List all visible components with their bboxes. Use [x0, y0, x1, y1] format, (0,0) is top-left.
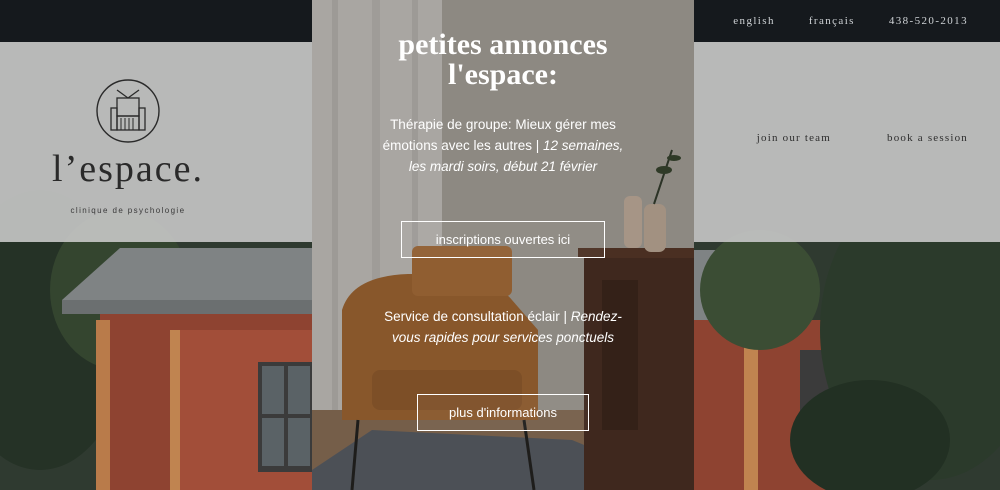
main-nav: join our team book a session [757, 132, 968, 144]
announcement-quick-consult: Service de consultation éclair | Rendez-… [378, 306, 628, 348]
language-english-link[interactable]: english [733, 15, 775, 27]
announcements-title: petites annonces l'espace: [312, 30, 694, 90]
announcement-group-therapy: Thérapie de groupe: Mieux gérer mes émot… [382, 114, 624, 177]
logo-tagline: clinique de psychologie [70, 206, 186, 215]
announcements-content: petites annonces l'espace: Thérapie de g… [312, 0, 694, 490]
more-info-button[interactable]: plus d'informations [417, 394, 589, 431]
title-line-1: petites annonces [398, 28, 608, 61]
registration-button[interactable]: inscriptions ouvertes ici [401, 221, 605, 258]
title-line-2: l'espace: [448, 58, 558, 91]
nav-join-our-team[interactable]: join our team [757, 132, 831, 144]
phone-link[interactable]: 438-520-2013 [889, 15, 968, 27]
site-logo[interactable]: l’espace. clinique de psychologie [38, 78, 218, 215]
chair-emblem-icon [96, 79, 160, 143]
language-french-link[interactable]: français [809, 15, 855, 27]
logo-wordmark: l’espace. [52, 148, 204, 190]
top-nav: english français 438-520-2013 [733, 0, 968, 42]
announcements-panel: petites annonces l'espace: Thérapie de g… [312, 0, 694, 490]
announcement-2-text: Service de consultation éclair | [384, 309, 571, 324]
nav-book-a-session[interactable]: book a session [887, 132, 968, 144]
